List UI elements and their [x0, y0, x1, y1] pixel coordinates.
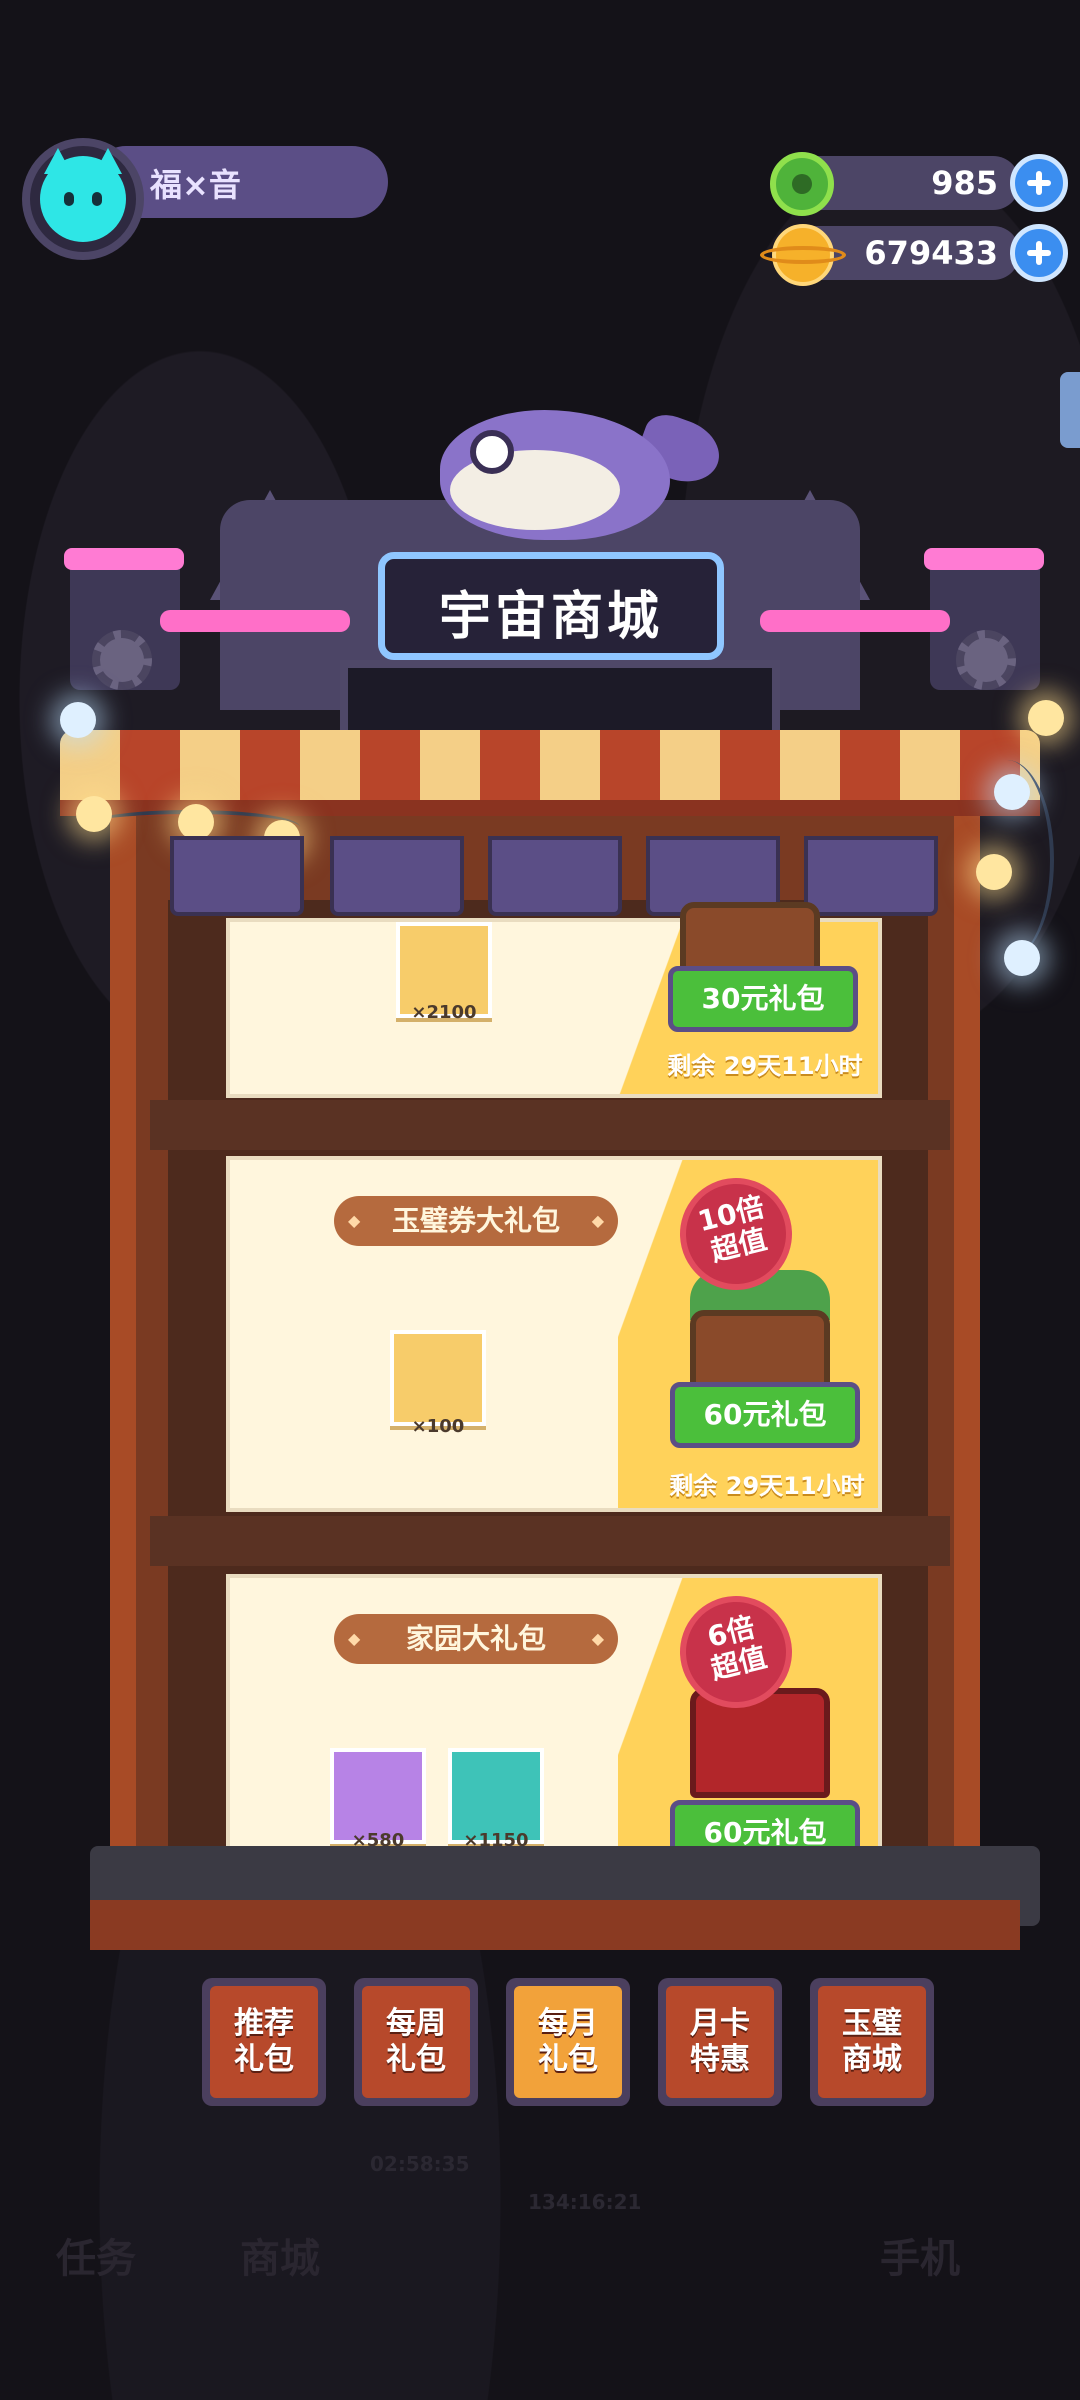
- striped-awning: [60, 730, 1040, 810]
- pack-title: 玉璧券大礼包: [334, 1196, 618, 1246]
- tab-jade-shop[interactable]: 玉璧 商城: [810, 1978, 934, 2106]
- pennant: [330, 836, 464, 916]
- gear-left-icon: [92, 630, 152, 690]
- gear-right-icon: [956, 630, 1016, 690]
- pennant: [488, 836, 622, 916]
- light-bulb-6: [994, 774, 1030, 810]
- pennant: [170, 836, 304, 916]
- pennant: [804, 836, 938, 916]
- pack-card-2[interactable]: 玉璧券大礼包 ×100 10倍 超值 60元礼包 剩余 29天11小时: [226, 1156, 882, 1512]
- pack-title: 家园大礼包: [334, 1614, 618, 1664]
- tab-label: 月卡 特惠: [666, 1986, 774, 2098]
- light-bulb-3: [178, 804, 214, 840]
- light-bulb-1: [60, 702, 96, 738]
- avatar-eye-right: [92, 192, 102, 206]
- tab-weekly[interactable]: 每周 礼包: [354, 1978, 478, 2106]
- title-base: [340, 660, 780, 740]
- tab-monthly-card[interactable]: 月卡 特惠: [658, 1978, 782, 2106]
- item-count: ×100: [411, 1416, 465, 1437]
- fish-eye: [470, 430, 514, 474]
- background-nav-task: 任务: [56, 2236, 136, 2282]
- tab-label: 推荐 礼包: [210, 1986, 318, 2098]
- remaining-time: 剩余 29天11小时: [669, 1472, 865, 1500]
- buy-30-button[interactable]: 30元礼包: [668, 966, 858, 1032]
- shelf: [150, 1516, 950, 1566]
- jade-coin-icon: [770, 152, 834, 216]
- planet-ring-icon: [760, 246, 846, 264]
- add-coins-button[interactable]: [1010, 224, 1068, 282]
- jade-balance: 985: [931, 164, 998, 202]
- avatar: [40, 156, 126, 242]
- side-drawer-tab[interactable]: [1060, 372, 1080, 448]
- background-timer-2: 134:16:21: [528, 2190, 642, 2214]
- pipe-left: [160, 610, 350, 632]
- lamp-left-top: [64, 548, 184, 570]
- tab-monthly[interactable]: 每月 礼包: [506, 1978, 630, 2106]
- tab-label: 每周 礼包: [362, 1986, 470, 2098]
- light-bulb-2: [76, 796, 112, 832]
- shop-title: 宇宙商城: [438, 587, 663, 647]
- pennant-row: [170, 836, 938, 916]
- pack-card-1[interactable]: ×2100 30元礼包 剩余 29天11小时: [226, 902, 882, 1098]
- background-timer-1: 02:58:35: [370, 2152, 470, 2176]
- light-bulb-5: [1028, 700, 1064, 736]
- background-nav-phone: 手机: [880, 2236, 960, 2282]
- tab-recommended[interactable]: 推荐 礼包: [202, 1978, 326, 2106]
- user-name: 福×音: [150, 166, 241, 204]
- add-jade-button[interactable]: [1010, 154, 1068, 212]
- tab-label: 每月 礼包: [514, 1986, 622, 2098]
- pack-card-3[interactable]: 家园大礼包 ×580 ×1150 6倍 超值 60元礼包: [226, 1574, 882, 1854]
- jade-ticket-icon: [390, 1330, 486, 1426]
- avatar-eye-left: [64, 192, 74, 206]
- remaining-time: 剩余 29天11小时: [667, 1052, 863, 1080]
- light-bulb-8: [1004, 940, 1040, 976]
- tab-label: 玉璧 商城: [818, 1986, 926, 2098]
- shelf: [150, 1100, 950, 1150]
- buy-60-button[interactable]: 60元礼包: [670, 1382, 860, 1448]
- item-count: ×2100: [411, 1002, 477, 1023]
- pipe-right: [760, 610, 950, 632]
- light-bulb-7: [976, 854, 1012, 890]
- furniture-chest-icon: [690, 1688, 830, 1798]
- cabinet-base: [90, 1900, 1020, 1950]
- background-nav-shop: 商城: [240, 2236, 320, 2282]
- lamp-right-top: [924, 548, 1044, 570]
